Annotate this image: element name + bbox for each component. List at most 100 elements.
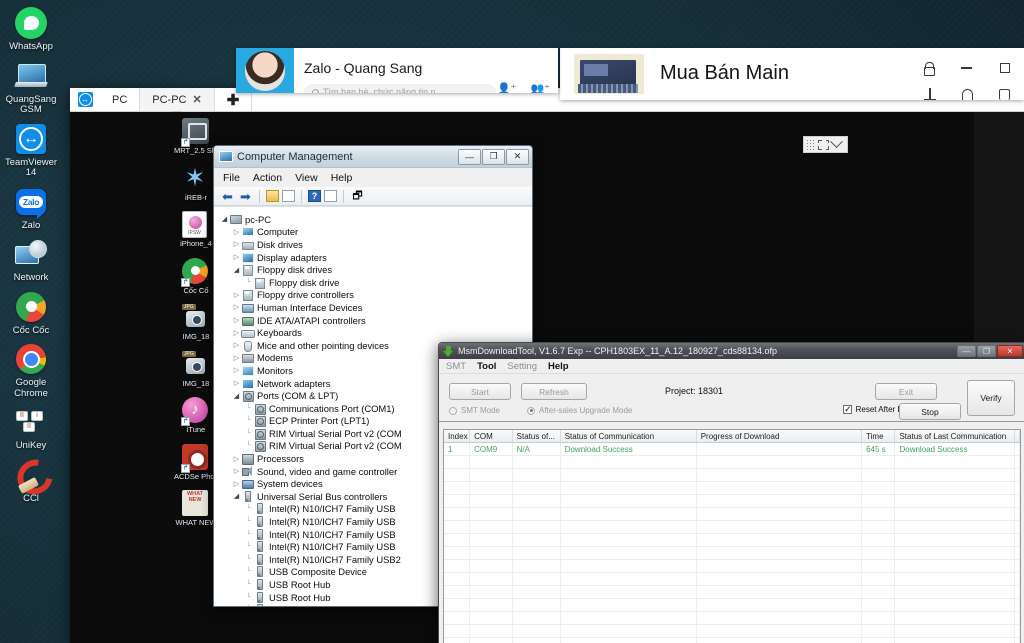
expand-arrow-icon[interactable]: ▷ (232, 341, 241, 349)
menu-item-tool[interactable]: Tool (477, 361, 496, 372)
add-group-icon[interactable]: 👥⁺ (530, 82, 550, 93)
drag-grip-icon[interactable] (806, 139, 815, 150)
desktop-icon-google-chrome[interactable]: Google Chrome (0, 342, 62, 399)
remote-icon-acdsee[interactable]: ACDSe Photo St (174, 443, 218, 482)
help-icon[interactable]: ? (308, 190, 321, 202)
remote-icon-mrt[interactable]: MRT_2.5 Shortc (174, 118, 218, 156)
scan-hardware-icon[interactable]: 🗗 (350, 189, 365, 204)
msm-title-bar[interactable]: MsmDownloadTool, V1.6.7 Exp -- CPH1803EX… (439, 343, 1024, 359)
panel-icon[interactable] (999, 88, 1010, 100)
tree-node[interactable]: ▷ IDE ATA/ATAPI controllers (220, 314, 532, 327)
column-header-time[interactable]: Time (862, 430, 896, 442)
remote-control-toolbar[interactable] (803, 135, 848, 153)
msm-device-grid[interactable]: Index COM Status of... Status of Communi… (443, 429, 1021, 643)
tree-node[interactable]: ▷ Display adapters (220, 251, 532, 264)
zalo-window[interactable]: Zalo - Quang Sang Tìm bạn bè, chức năng … (236, 48, 558, 93)
collapse-arrow-icon[interactable]: ◢ (232, 392, 241, 400)
expand-arrow-icon[interactable]: ▷ (232, 253, 241, 261)
expand-arrow-icon[interactable]: ▷ (232, 467, 241, 475)
expand-arrow-icon[interactable]: ▷ (232, 303, 241, 311)
menu-item-smt[interactable]: SMT (446, 361, 466, 372)
menu-item-view[interactable]: View (295, 172, 318, 184)
maximize-button[interactable]: ❐ (482, 148, 505, 165)
remote-icon-ireb[interactable]: iREB-r (174, 165, 218, 203)
column-header-status-of-last-communication[interactable]: Status of Last Communication (895, 430, 1015, 442)
tree-node[interactable]: └ Floppy disk drive (220, 276, 532, 289)
arch-icon[interactable] (962, 88, 973, 100)
start-button[interactable]: Start (449, 383, 511, 400)
desktop-icon-zalo[interactable]: Zalo Zalo (0, 185, 62, 232)
tree-node[interactable]: ◢ Floppy disk drives (220, 263, 532, 277)
tree-node[interactable]: ▷ Computer (220, 226, 532, 239)
column-header-extra[interactable] (1015, 430, 1020, 442)
desktop-icon-ccleaner[interactable]: CCl (0, 458, 62, 505)
column-header-status-of[interactable]: Status of... (513, 430, 561, 442)
expand-arrow-icon[interactable]: ▷ (232, 354, 241, 362)
refresh-button[interactable]: Refresh (521, 383, 587, 400)
tree-node[interactable]: ▷ Disk drives (220, 238, 532, 251)
tab-pc[interactable]: PC (100, 88, 141, 111)
desktop-icon-teamviewer[interactable]: TeamViewer 14 (0, 122, 62, 179)
remote-icon-whatsnew[interactable]: WHAT NEW (174, 490, 218, 528)
menu-item-help[interactable]: Help (331, 172, 353, 184)
stop-button[interactable]: Stop (899, 403, 961, 420)
table-row[interactable]: 1 COM9 N/A Download Success 645 s Download Su… (444, 443, 1020, 456)
minimize-button[interactable] (961, 67, 972, 69)
tab-pc-pc[interactable]: PC-PC ✕ (140, 88, 215, 117)
verify-button[interactable]: Verify (967, 380, 1015, 416)
back-arrow-icon[interactable]: ⬅ (220, 189, 235, 204)
desktop-icon-unikey[interactable]: II i II UniKey (0, 405, 62, 452)
after-sales-mode-radio[interactable]: After-sales Upgrade Mode (527, 406, 632, 415)
tree-node[interactable]: ▷ Floppy drive controllers (220, 289, 532, 302)
properties-icon[interactable] (266, 190, 279, 202)
expand-arrow-icon[interactable]: ▷ (232, 455, 241, 463)
expand-arrow-icon[interactable]: ▷ (232, 316, 241, 324)
user-avatar[interactable] (236, 48, 294, 93)
collapse-arrow-icon[interactable]: ◢ (220, 215, 229, 223)
show-hide-console-tree-icon[interactable] (282, 190, 295, 202)
mua-ban-main-window[interactable]: Mua Bán Main (560, 48, 1024, 100)
fullscreen-icon[interactable] (818, 139, 829, 150)
tree-node[interactable]: ▷ Human Interface Devices (220, 301, 532, 314)
tree-node[interactable]: ◢ pc-PC (220, 213, 532, 226)
exit-button[interactable]: Exit (875, 383, 937, 400)
menu-item-help[interactable]: Help (548, 361, 569, 372)
column-header-progress-of-download[interactable]: Progress of Download (697, 430, 863, 442)
maximize-button[interactable]: ❐ (977, 345, 996, 357)
menu-item-file[interactable]: File (223, 172, 240, 184)
details-view-icon[interactable] (324, 190, 337, 202)
minimize-button[interactable]: — (957, 345, 976, 357)
computer-management-title-bar[interactable]: Computer Management — ❐ ✕ (214, 146, 532, 168)
maximize-button[interactable] (1000, 63, 1010, 73)
remote-icon-img-2[interactable]: JPG IMG_18 (174, 350, 218, 389)
tree-node[interactable]: ▷ Keyboards (220, 326, 532, 339)
search-input[interactable]: Tìm bạn bè, chức năng tin n (304, 84, 496, 93)
close-icon[interactable]: ✕ (193, 93, 202, 106)
desktop-icon-network[interactable]: Network (0, 237, 62, 284)
remote-icon-itunes[interactable]: iTune (174, 397, 218, 435)
pin-icon[interactable] (924, 88, 936, 100)
menu-item-setting[interactable]: Setting (507, 361, 537, 372)
forward-arrow-icon[interactable]: ➡ (238, 189, 253, 204)
column-header-com[interactable]: COM (470, 430, 513, 442)
desktop-icon-quangsang-gsm[interactable]: QuangSang GSM (0, 59, 62, 116)
expand-arrow-icon[interactable]: ▷ (232, 329, 241, 337)
chevron-down-icon[interactable] (830, 135, 843, 149)
expand-arrow-icon[interactable]: ▷ (232, 291, 241, 299)
expand-arrow-icon[interactable]: ▷ (232, 240, 241, 248)
collapse-arrow-icon[interactable]: ◢ (232, 492, 241, 500)
remote-desktop-canvas[interactable]: MRT_2.5 Shortc iREB-r iPhone_4 Cốc Cố JP… (70, 112, 1024, 643)
collapse-arrow-icon[interactable]: ◢ (232, 266, 241, 274)
column-header-index[interactable]: Index (444, 430, 471, 442)
expand-arrow-icon[interactable]: ▷ (232, 228, 241, 236)
desktop-icon-coccoc[interactable]: Cốc Cốc (0, 290, 62, 337)
add-friend-icon[interactable]: 👤⁺ (497, 82, 517, 93)
expand-arrow-icon[interactable]: ▷ (232, 379, 241, 387)
close-button[interactable]: ✕ (997, 345, 1023, 357)
expand-arrow-icon[interactable]: ▷ (232, 480, 241, 488)
remote-icon-coccoc[interactable]: Cốc Cố (174, 257, 218, 296)
expand-arrow-icon[interactable]: ▷ (232, 366, 241, 374)
remote-icon-img-1[interactable]: JPG IMG_18 (174, 304, 218, 342)
minimize-button[interactable]: — (458, 148, 481, 165)
column-header-status-of-communication[interactable]: Status of Communication (561, 430, 697, 442)
